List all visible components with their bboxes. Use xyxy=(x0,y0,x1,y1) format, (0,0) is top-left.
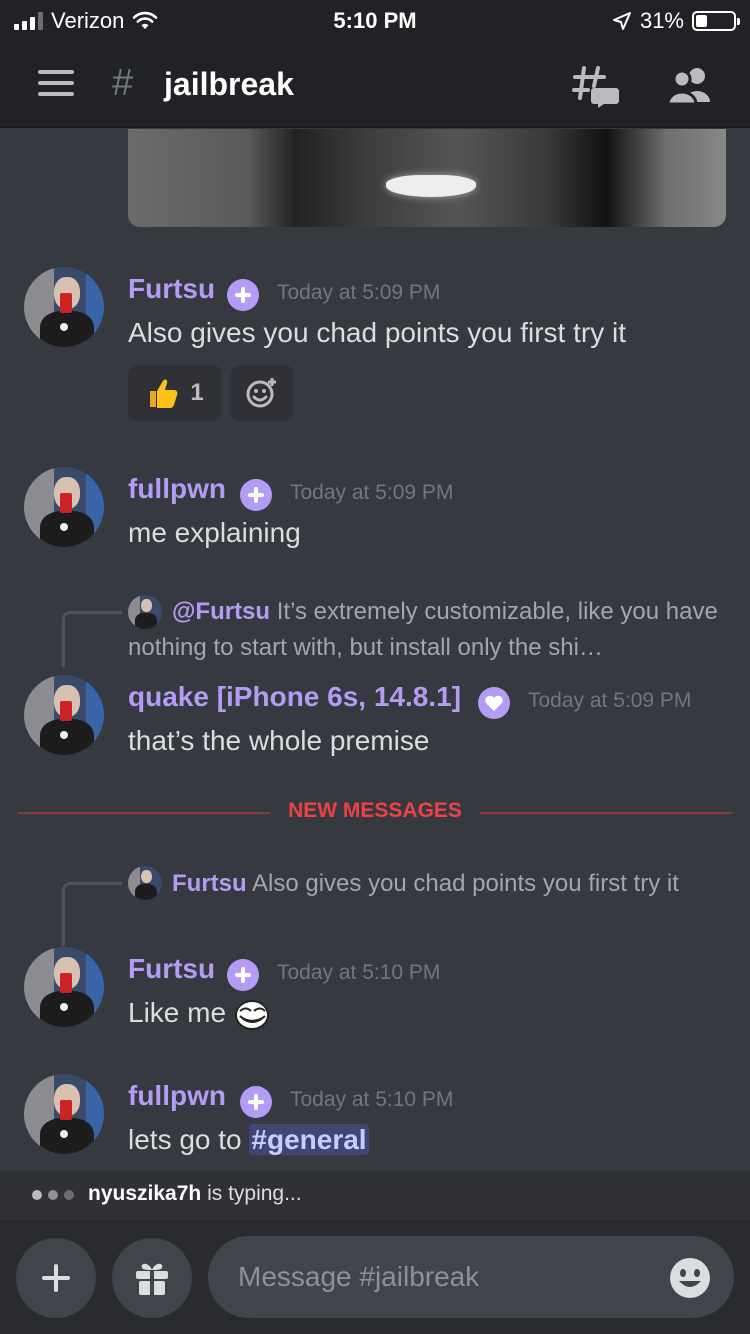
channel-mention-link[interactable]: #general xyxy=(249,1124,369,1155)
add-reaction-button[interactable] xyxy=(230,365,294,421)
message-timestamp: Today at 5:10 PM xyxy=(277,961,441,984)
emoji-picker-icon[interactable] xyxy=(668,1256,712,1300)
message-timestamp: Today at 5:09 PM xyxy=(528,689,692,712)
message-text-row: lets go to #general xyxy=(128,1124,369,1156)
add-reaction-icon xyxy=(246,378,276,408)
message-text-row: Like me xyxy=(128,997,270,1031)
embedded-image[interactable] xyxy=(128,129,726,227)
threads-icon[interactable] xyxy=(572,64,620,108)
message-text: lets go to xyxy=(128,1124,250,1155)
avatar[interactable] xyxy=(24,947,104,1027)
nitro-plus-icon xyxy=(227,959,259,991)
message-text: Also gives you chad points you first try… xyxy=(128,317,626,348)
avatar[interactable] xyxy=(24,267,104,347)
message-author[interactable]: Furtsu xyxy=(128,273,215,305)
reply-author[interactable]: Furtsu xyxy=(172,870,247,897)
reply-text: Also gives you chad points you first try… xyxy=(252,870,679,897)
gift-icon xyxy=(136,1263,168,1295)
reply-author[interactable]: @Furtsu xyxy=(172,598,270,625)
message-timestamp: Today at 5:10 PM xyxy=(290,1088,454,1111)
reaction-count: 1 xyxy=(190,379,204,406)
thumbs-up-icon xyxy=(150,379,178,408)
avatar[interactable] xyxy=(24,675,104,755)
troll-face-emoji-icon xyxy=(234,999,269,1030)
menu-icon[interactable] xyxy=(38,70,74,96)
status-bar: Verizon 5:10 PM 31% xyxy=(0,0,750,40)
typing-user: nyuszika7h xyxy=(88,1182,202,1205)
battery-percent: 31% xyxy=(639,8,684,33)
channel-hash-icon: # xyxy=(112,62,134,104)
reply-preview[interactable]: @Furtsu It’s extremely customizable, lik… xyxy=(128,594,728,666)
message-composer xyxy=(0,1220,750,1334)
channel-title[interactable]: jailbreak xyxy=(164,66,294,103)
nitro-plus-icon xyxy=(240,479,272,511)
reply-connector xyxy=(62,611,122,667)
members-icon[interactable] xyxy=(666,66,714,106)
message-input[interactable] xyxy=(208,1236,734,1318)
message-text: me explaining xyxy=(128,517,301,548)
location-arrow-icon xyxy=(612,12,631,30)
typing-indicator: nyuszika7h is typing... xyxy=(0,1170,750,1220)
typing-dots-icon xyxy=(32,1190,74,1200)
battery-icon xyxy=(692,11,740,31)
gift-button[interactable] xyxy=(112,1238,192,1318)
attach-button[interactable] xyxy=(16,1238,96,1318)
channel-header: # jailbreak xyxy=(0,40,750,128)
message-author[interactable]: fullpwn xyxy=(128,473,226,505)
typing-suffix: is typing... xyxy=(207,1182,302,1205)
message-timestamp: Today at 5:09 PM xyxy=(290,481,454,504)
message-timestamp: Today at 5:09 PM xyxy=(277,281,441,304)
reaction-thumbs-up[interactable]: 1 xyxy=(128,365,222,421)
nitro-plus-icon xyxy=(240,1086,272,1118)
message-author[interactable]: fullpwn xyxy=(128,1080,226,1112)
message-text: that’s the whole premise xyxy=(128,725,430,756)
message-author[interactable]: Furtsu xyxy=(128,953,215,985)
reply-connector xyxy=(62,882,122,946)
nitro-plus-icon xyxy=(227,279,259,311)
message-author[interactable]: quake [iPhone 6s, 14.8.1] xyxy=(128,681,461,713)
reply-preview[interactable]: Furtsu Also gives you chad points you fi… xyxy=(128,866,728,902)
nitro-heart-icon xyxy=(478,687,510,719)
new-messages-label: NEW MESSAGES xyxy=(270,799,480,823)
message-list[interactable]: Furtsu Today at 5:09 PM Also gives you c… xyxy=(0,129,750,1169)
message-text: Like me xyxy=(128,997,227,1028)
avatar[interactable] xyxy=(24,467,104,547)
avatar[interactable] xyxy=(24,1074,104,1154)
